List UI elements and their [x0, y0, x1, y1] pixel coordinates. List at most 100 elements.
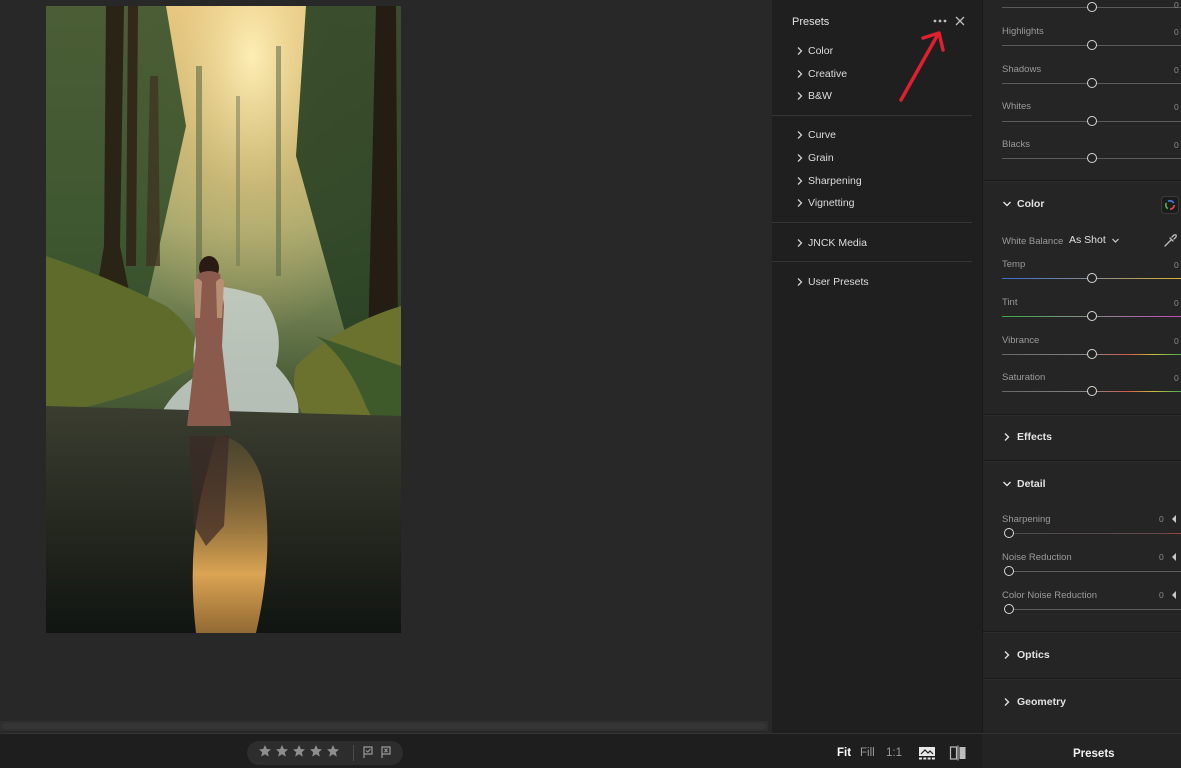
saturation-value[interactable]: 0 [1174, 373, 1179, 383]
section-divider [983, 631, 1181, 632]
chevron-right-icon [797, 47, 803, 55]
rating-star-icon[interactable] [326, 744, 340, 758]
section-divider [983, 460, 1181, 461]
presets-divider [772, 115, 972, 116]
preset-item-grain[interactable]: Grain [793, 150, 834, 166]
temp-label: Temp [1002, 259, 1026, 270]
whites-slider-knob[interactable] [1087, 116, 1097, 126]
presets-panel: Presets [772, 0, 982, 733]
sharpening-slider-track[interactable] [1008, 533, 1181, 534]
geometry-section-header[interactable]: Geometry [1001, 694, 1066, 710]
chevron-right-icon [797, 70, 803, 78]
section-divider [983, 180, 1181, 181]
noise-reduction-slider-knob[interactable] [1004, 566, 1014, 576]
preset-item-label: JNCK Media [808, 237, 867, 249]
highlights-slider-knob[interactable] [1087, 40, 1097, 50]
rating-star-icon[interactable] [292, 744, 306, 758]
color-section-header[interactable]: Color [1001, 196, 1044, 212]
slider-knob[interactable] [1087, 2, 1097, 12]
white-balance-label: White Balance [1002, 236, 1064, 247]
sharpening-value[interactable]: 0 [1159, 514, 1164, 524]
zoom-one-to-one-button[interactable]: 1:1 [886, 747, 902, 759]
bottom-toolbar [0, 733, 982, 768]
tint-label: Tint [1002, 297, 1018, 308]
chevron-down-icon [1003, 481, 1011, 487]
caret-left-icon[interactable] [1170, 590, 1178, 600]
whites-value[interactable]: 0 [1174, 102, 1179, 112]
color-noise-reduction-value[interactable]: 0 [1159, 590, 1164, 600]
compare-view-icon[interactable] [949, 745, 967, 761]
blacks-label: Blacks [1002, 139, 1030, 150]
tint-slider-knob[interactable] [1087, 311, 1097, 321]
optics-section-header[interactable]: Optics [1001, 647, 1050, 663]
chevron-right-icon [797, 199, 803, 207]
horizontal-scrollbar[interactable] [0, 721, 768, 731]
color-noise-reduction-label: Color Noise Reduction [1002, 590, 1098, 601]
detail-section-header[interactable]: Detail [1001, 476, 1046, 492]
rating-star-icon[interactable] [309, 744, 323, 758]
flag-reject-icon[interactable] [379, 745, 393, 759]
scrollbar-thumb[interactable] [2, 723, 766, 729]
presets-divider [772, 222, 972, 223]
blacks-value[interactable]: 0 [1174, 140, 1179, 150]
shadows-value[interactable]: 0 [1174, 65, 1179, 75]
effects-section-header[interactable]: Effects [1001, 429, 1052, 445]
chevron-down-icon [1003, 201, 1011, 207]
filmstrip-icon[interactable] [918, 745, 936, 761]
white-balance-value: As Shot [1069, 234, 1106, 246]
noise-reduction-value[interactable]: 0 [1159, 552, 1164, 562]
shadows-slider-knob[interactable] [1087, 78, 1097, 88]
rating-star-icon[interactable] [258, 744, 272, 758]
preset-item-user-presets[interactable]: User Presets [793, 274, 869, 290]
chevron-right-icon [797, 278, 803, 286]
highlights-label: Highlights [1002, 26, 1044, 37]
pill-divider [353, 745, 354, 761]
zoom-fit-button[interactable]: Fit [837, 747, 851, 759]
geometry-section-title: Geometry [1017, 696, 1067, 708]
saturation-slider-knob[interactable] [1087, 386, 1097, 396]
rating-star-icon[interactable] [275, 744, 289, 758]
section-divider [983, 678, 1181, 679]
detail-section-title: Detail [1017, 478, 1046, 490]
presets-divider [772, 261, 972, 262]
slider-value: 0 [1174, 0, 1179, 10]
preset-item-curve[interactable]: Curve [793, 127, 836, 143]
eyedropper-icon[interactable] [1162, 233, 1178, 249]
caret-left-icon[interactable] [1170, 514, 1178, 524]
close-icon[interactable] [954, 15, 966, 27]
preset-item-label: Grain [808, 152, 834, 164]
forest-stream-photo [46, 6, 401, 633]
preset-item-label: Curve [808, 129, 837, 141]
color-noise-reduction-slider-knob[interactable] [1004, 604, 1014, 614]
preset-item-label: User Presets [808, 276, 869, 288]
preset-item-vignetting[interactable]: Vignetting [793, 195, 855, 211]
highlights-value[interactable]: 0 [1174, 27, 1179, 37]
preset-item-color[interactable]: Color [793, 43, 833, 59]
chevron-right-icon [1004, 433, 1010, 441]
temp-value[interactable]: 0 [1174, 260, 1179, 270]
photo-canvas[interactable] [0, 0, 772, 733]
chevron-right-icon [797, 131, 803, 139]
blacks-slider-knob[interactable] [1087, 153, 1097, 163]
tint-value[interactable]: 0 [1174, 298, 1179, 308]
preset-item-bw[interactable]: B&W [793, 88, 832, 104]
chevron-right-icon [797, 177, 803, 185]
vibrance-slider-knob[interactable] [1087, 349, 1097, 359]
zoom-fill-button[interactable]: Fill [860, 747, 875, 759]
chevron-right-icon [1004, 651, 1010, 659]
preset-item-jnck-media[interactable]: JNCK Media [793, 235, 867, 251]
white-balance-dropdown[interactable]: As Shot [1069, 234, 1120, 246]
caret-left-icon[interactable] [1170, 552, 1178, 562]
color-mixer-icon[interactable] [1161, 196, 1179, 214]
color-noise-reduction-slider-track[interactable] [1008, 609, 1181, 610]
noise-reduction-slider-track[interactable] [1008, 571, 1181, 572]
color-section-title: Color [1017, 198, 1045, 210]
vibrance-value[interactable]: 0 [1174, 336, 1179, 346]
temp-slider-knob[interactable] [1087, 273, 1097, 283]
preset-item-sharpening[interactable]: Sharpening [793, 173, 862, 189]
saturation-label: Saturation [1002, 372, 1046, 383]
flag-pick-icon[interactable] [361, 745, 375, 759]
preset-item-creative[interactable]: Creative [793, 66, 847, 82]
preset-item-label: Creative [808, 68, 848, 80]
sharpening-slider-knob[interactable] [1004, 528, 1014, 538]
